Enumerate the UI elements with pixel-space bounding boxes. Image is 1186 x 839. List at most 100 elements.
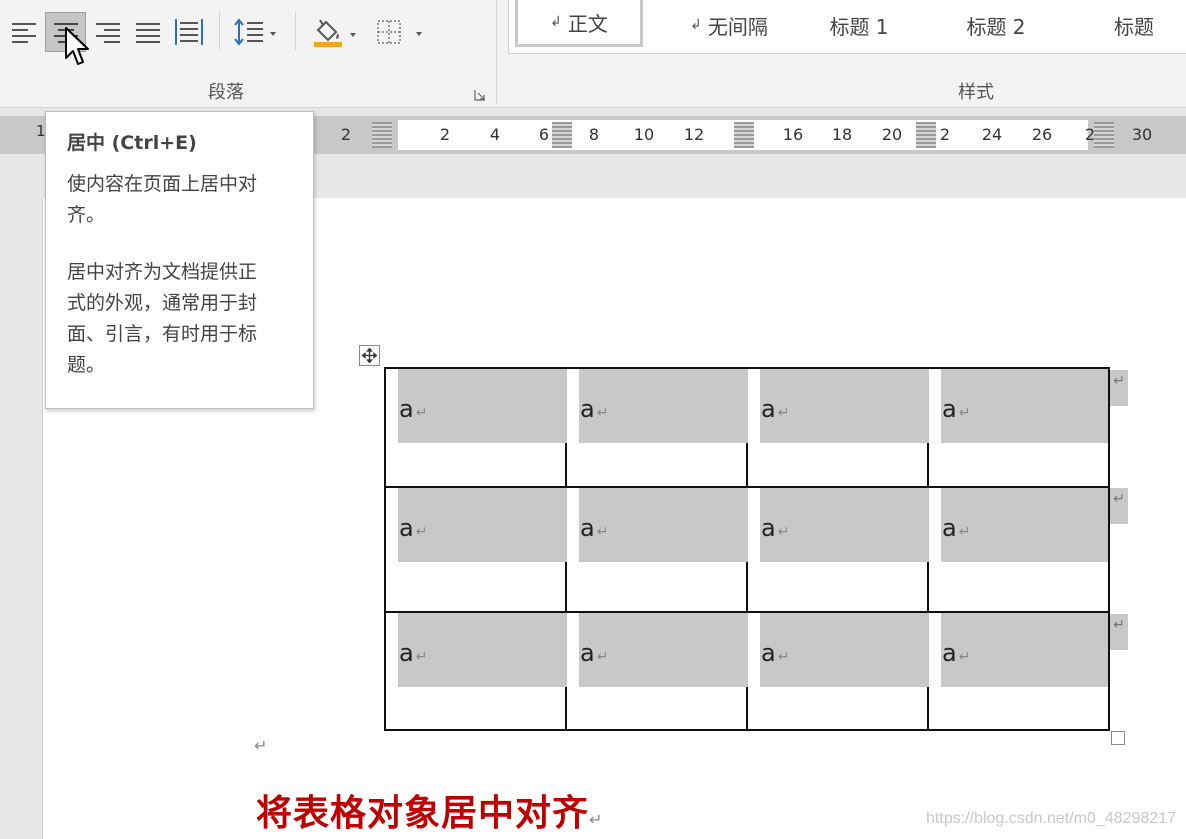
cell-mark: ↵ bbox=[777, 405, 790, 421]
cell-mark: ↵ bbox=[777, 524, 790, 540]
styles-gallery: ↲ 正文 ↲ 无间隔 标题 1 标题 2 标题 bbox=[508, 0, 1186, 54]
table-container: a ↵ a ↵ a ↵ a ↵ a ↵ a ↵ a ↵ a ↵ a ↵ a ↵ a ↵ a ↵ bbox=[384, 367, 1110, 731]
ruler-number: 20 bbox=[881, 125, 903, 144]
style-no-spacing[interactable]: ↲ 无间隔 bbox=[665, 0, 793, 50]
style-label: 标题 bbox=[1114, 14, 1154, 39]
ruler-number: 24 bbox=[981, 125, 1003, 144]
table-row: a ↵ a ↵ a ↵ a ↵ bbox=[384, 486, 1110, 613]
table-cell[interactable]: a ↵ bbox=[384, 486, 567, 613]
style-title[interactable]: 标题 bbox=[1084, 0, 1184, 50]
ruler-number: 16 bbox=[782, 125, 804, 144]
cell-content: a ↵ bbox=[399, 395, 427, 423]
table-cell[interactable]: a ↵ bbox=[746, 611, 929, 731]
style-label: 标题 2 bbox=[966, 14, 1026, 39]
row-end-mark: ↵ bbox=[1110, 614, 1128, 650]
justify-button[interactable] bbox=[130, 12, 166, 52]
table-move-handle-icon[interactable] bbox=[359, 345, 380, 366]
ruler-number: 26 bbox=[1031, 125, 1053, 144]
ribbon: 段落 ↲ 正文 ↲ 无间隔 标题 1 标题 2 标题 样式 bbox=[0, 0, 1186, 108]
cell-text: a bbox=[580, 639, 595, 667]
cell-text: a bbox=[399, 395, 414, 423]
table-row: a ↵ a ↵ a ↵ a ↵ bbox=[384, 611, 1110, 731]
cell-mark: ↵ bbox=[596, 524, 609, 540]
cell-mark: ↵ bbox=[415, 405, 428, 421]
table-cell[interactable]: a ↵ bbox=[746, 486, 929, 613]
ruler-number: 2 bbox=[439, 125, 451, 144]
style-normal[interactable]: ↲ 正文 bbox=[515, 0, 643, 47]
separator bbox=[295, 12, 296, 50]
ruler-number: 2 bbox=[340, 125, 352, 144]
line-spacing-icon bbox=[234, 18, 276, 46]
cell-mark: ↵ bbox=[958, 524, 971, 540]
paragraph-mark: ↲ bbox=[550, 14, 562, 30]
tooltip-line: 面、引言，有时用于标 bbox=[67, 323, 258, 345]
cell-content: a ↵ bbox=[580, 639, 608, 667]
cell-text: a bbox=[761, 514, 776, 542]
tooltip-line: 齐。 bbox=[67, 204, 106, 226]
justify-icon bbox=[136, 23, 160, 43]
ruler-number: 18 bbox=[831, 125, 853, 144]
align-right-button[interactable] bbox=[90, 12, 126, 52]
cell-text: a bbox=[761, 395, 776, 423]
table-cell[interactable]: a ↵ bbox=[565, 611, 748, 731]
shading-button[interactable] bbox=[308, 12, 364, 52]
distributed-button[interactable] bbox=[170, 12, 208, 52]
cell-content: a ↵ bbox=[399, 514, 427, 542]
column-marker[interactable] bbox=[734, 122, 754, 148]
cell-text: a bbox=[942, 514, 957, 542]
tooltip-gap bbox=[67, 231, 293, 257]
table-cell[interactable]: a ↵ bbox=[565, 486, 748, 613]
table-cell[interactable]: a ↵ bbox=[927, 486, 1110, 613]
borders-button[interactable] bbox=[372, 12, 428, 52]
ruler-number: 10 bbox=[633, 125, 655, 144]
cell-mark: ↵ bbox=[958, 649, 971, 665]
column-marker[interactable] bbox=[1094, 122, 1114, 148]
ruler-number: 8 bbox=[588, 125, 600, 144]
style-label: 无间隔 bbox=[707, 14, 768, 39]
align-left-icon bbox=[12, 23, 36, 43]
style-heading-1[interactable]: 标题 1 bbox=[809, 0, 909, 50]
tooltip-line: 居中对齐为文档提供正 bbox=[67, 261, 258, 283]
table-resize-handle[interactable] bbox=[1111, 731, 1125, 745]
paint-bucket-icon bbox=[314, 19, 356, 47]
align-left-button[interactable] bbox=[6, 12, 42, 52]
cell-mark: ↵ bbox=[596, 405, 609, 421]
document-table[interactable]: a ↵ a ↵ a ↵ a ↵ a ↵ a ↵ a ↵ a ↵ a ↵ a ↵ a ↵ a ↵ bbox=[384, 367, 1110, 731]
table-cell[interactable]: a ↵ bbox=[746, 367, 929, 488]
style-label: 正文 bbox=[567, 11, 608, 36]
separator bbox=[219, 12, 220, 50]
cell-text: a bbox=[761, 639, 776, 667]
table-cell[interactable]: a ↵ bbox=[384, 611, 567, 731]
cell-text: a bbox=[580, 514, 595, 542]
column-marker[interactable] bbox=[552, 122, 572, 148]
paragraph-group-label: 段落 bbox=[208, 82, 244, 103]
cell-content: a ↵ bbox=[761, 395, 789, 423]
caption-text: 将表格对象居中对齐↵ bbox=[256, 784, 603, 836]
ruler-number: 12 bbox=[683, 125, 705, 144]
tooltip-line: 使内容在页面上居中对 bbox=[67, 173, 258, 195]
cell-mark: ↵ bbox=[777, 649, 790, 665]
caption-label: 将表格对象居中对齐 bbox=[256, 793, 590, 834]
table-cell[interactable]: a ↵ bbox=[384, 367, 567, 488]
mouse-pointer-icon bbox=[65, 27, 89, 65]
line-spacing-button[interactable] bbox=[228, 12, 284, 52]
row-end-mark: ↵ bbox=[1110, 488, 1128, 524]
cell-content: a ↵ bbox=[761, 514, 789, 542]
ruler-number: 4 bbox=[489, 125, 501, 144]
cell-mark: ↵ bbox=[958, 405, 971, 421]
styles-group-label: 样式 bbox=[958, 82, 994, 103]
distributed-icon bbox=[175, 19, 203, 45]
ruler-number: 30 bbox=[1131, 125, 1153, 144]
table-cell[interactable]: a ↵ bbox=[565, 367, 748, 488]
cell-text: a bbox=[942, 395, 957, 423]
table-cell[interactable]: a ↵ bbox=[927, 611, 1110, 731]
tooltip-title: 居中 (Ctrl+E) bbox=[67, 132, 197, 154]
style-heading-2[interactable]: 标题 2 bbox=[941, 0, 1051, 50]
table-cell[interactable]: a ↵ bbox=[927, 367, 1110, 488]
cell-content: a ↵ bbox=[580, 395, 608, 423]
tooltip-line: 式的外观，通常用于封 bbox=[67, 292, 258, 314]
dialog-launcher-icon[interactable] bbox=[474, 86, 486, 101]
cell-content: a ↵ bbox=[761, 639, 789, 667]
column-marker[interactable] bbox=[372, 122, 392, 148]
cell-mark: ↵ bbox=[415, 524, 428, 540]
